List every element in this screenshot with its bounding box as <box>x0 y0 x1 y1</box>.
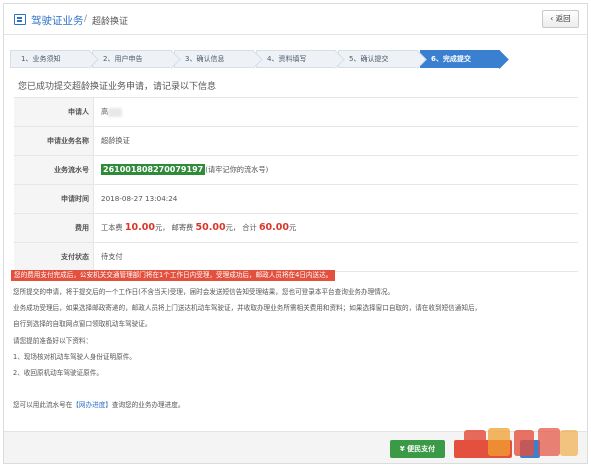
value-pay-status: 待支付 <box>101 252 123 261</box>
step-5: 5、确认提交 <box>338 50 418 68</box>
message-line-7: 您可以用此流水号在【网办进度】查询您的业务办理进度。 <box>13 399 184 409</box>
value-serial: 261001808270079197 (请牢记你的流水号) <box>101 156 268 184</box>
pay-button[interactable]: ¥ 便民支付 <box>390 440 445 458</box>
label-pay-status: 支付状态 <box>14 243 94 271</box>
row-business: 申请业务名称 超龄换证 <box>14 127 578 156</box>
application-info-table: 申请人 高 申请业务名称 超龄换证 业务流水号 2610018082700791… <box>14 97 578 272</box>
breadcrumb-title[interactable]: 驾驶证业务 <box>31 13 84 28</box>
row-time: 申请时间 2018-08-27 13:04:24 <box>14 185 578 214</box>
message-line-4: 请您提前准备好以下资料： <box>13 337 93 345</box>
step-4: 4、资料填写 <box>256 50 336 68</box>
label-applicant: 申请人 <box>14 98 94 126</box>
message-line-5: 1、现场核对机动车驾驶人身份证明原件。 <box>13 353 136 361</box>
value-fee: 工本费 10.00元， 邮寄费 50.00元， 合计 60.00元 <box>101 222 297 233</box>
step-progress: 1、业务须知 2、用户申告 3、确认信息 4、资料填写 5、确认提交 6、完成提… <box>10 50 500 68</box>
row-fee: 费用 工本费 10.00元， 邮寄费 50.00元， 合计 60.00元 <box>14 214 578 243</box>
message-line-1: 您所提交的申请，将于提交后的一个工作日(不含当天)受理，届时会发送短信告知受理结… <box>13 288 394 296</box>
page-header: 驾驶证业务 / 超龄换证 ‹ 返回 <box>4 4 587 35</box>
row-serial: 业务流水号 261001808270079197 (请牢记你的流水号) <box>14 156 578 185</box>
progress-text-post: 查询您的业务办理进度。 <box>111 401 185 409</box>
currency-3: 元 <box>289 223 297 232</box>
currency-2: 元 <box>225 223 233 232</box>
message-line-6: 2、收回原机动车驾驶证原件。 <box>13 369 103 377</box>
row-applicant: 申请人 高 <box>14 98 578 127</box>
fee-labor-value: 10.00 <box>124 222 155 233</box>
serial-number: 261001808270079197 <box>101 164 206 175</box>
fee-post-label: 邮寄费 <box>171 223 194 232</box>
serial-note: (请牢记你的流水号) <box>205 165 269 174</box>
step-3: 3、确认信息 <box>174 50 254 68</box>
label-fee: 费用 <box>14 214 94 242</box>
back-button[interactable]: ‹ 返回 <box>542 10 579 28</box>
fee-total-value: 60.00 <box>258 222 289 233</box>
progress-link[interactable]: 【网办进度】 <box>72 401 112 409</box>
label-business: 申请业务名称 <box>14 127 94 155</box>
success-notice: 您已成功提交超龄换证业务申请，请记录以下信息 <box>18 82 217 92</box>
fee-total-label: 合计 <box>242 223 257 232</box>
breadcrumb-current: 超龄换证 <box>92 17 129 27</box>
row-pay-status: 支付状态 待支付 <box>14 243 578 272</box>
message-line-3: 自行到选择的自取网点窗口领取机动车驾驶证。 <box>13 320 152 328</box>
applicant-name: 高 <box>101 107 109 116</box>
payment-warning: 您的费用支付完成后，公安机关交通管理部门将在1个工作日内受理，受理成功后，邮政人… <box>11 270 336 281</box>
fee-labor-label: 工本费 <box>101 223 123 232</box>
fee-post-value: 50.00 <box>195 222 226 233</box>
step-1: 1、业务须知 <box>10 50 90 68</box>
breadcrumb-separator: / <box>84 14 88 24</box>
document-icon <box>14 14 26 25</box>
label-time: 申请时间 <box>14 185 94 213</box>
page-container: 驾驶证业务 / 超龄换证 ‹ 返回 1、业务须知 2、用户申告 3、确认信息 4… <box>3 3 588 464</box>
label-serial: 业务流水号 <box>14 156 94 184</box>
message-line-2: 业务成功受理后，如果选择邮政寄递的，邮政人员将上门送达机动车驾驶证，并收取办理业… <box>13 304 482 312</box>
value-time: 2018-08-27 13:04:24 <box>101 194 178 203</box>
redacted-name <box>108 107 123 117</box>
currency-1: 元 <box>154 223 163 232</box>
watermark-logo <box>464 428 578 456</box>
step-2: 2、用户申告 <box>92 50 172 68</box>
value-business: 超龄换证 <box>101 136 130 145</box>
progress-text-pre: 您可以用此流水号在 <box>13 401 73 409</box>
step-6-active: 6、完成提交 <box>420 50 500 68</box>
value-applicant: 高 <box>101 98 123 126</box>
